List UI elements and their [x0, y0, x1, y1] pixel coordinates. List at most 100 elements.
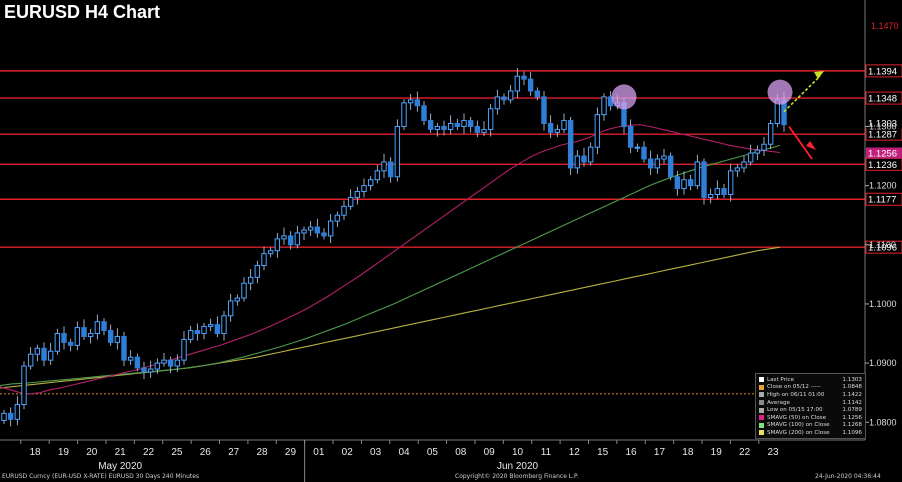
- legend-swatch: [759, 392, 764, 398]
- candle-body: [767, 123, 774, 145]
- candle-body: [281, 235, 287, 240]
- x-tick-label: 22: [739, 447, 751, 458]
- candle-body: [401, 102, 407, 127]
- candle-body: [201, 325, 207, 335]
- legend-row: Last Price 1.1303: [759, 376, 862, 384]
- candle-body: [414, 99, 421, 107]
- legend-swatch: [759, 407, 764, 413]
- arrow-up-head: [814, 71, 824, 79]
- candle-body: [481, 128, 487, 133]
- candle-body: [747, 152, 754, 163]
- candle-body: [361, 185, 367, 193]
- x-tick-label: 20: [86, 447, 98, 458]
- candle-body: [121, 335, 127, 361]
- candle-body: [407, 99, 414, 104]
- x-tick-label: 10: [512, 447, 524, 458]
- month-label: Jun 2020: [497, 461, 539, 472]
- candle-body: [527, 78, 534, 92]
- candle-body: [674, 176, 681, 190]
- candle-body: [694, 161, 701, 187]
- x-tick-label: 12: [569, 447, 581, 458]
- candle-body: [187, 330, 194, 340]
- legend-label: SMAVG (200) on Close: [767, 429, 830, 436]
- candle-body: [507, 90, 514, 101]
- candle-body: [181, 338, 187, 361]
- y-tick-label: 1.1300: [869, 121, 897, 131]
- candle-body: [21, 365, 27, 406]
- candle-body: [334, 214, 341, 222]
- highlight-circle: [611, 84, 637, 110]
- candle-body: [567, 120, 574, 169]
- candle-body: [661, 155, 667, 160]
- arrow-down-line: [788, 125, 813, 160]
- legend-label: SMAVG (100) on Close: [767, 422, 830, 429]
- legend-row: Close on 05/12 ----- 1.0848: [759, 384, 862, 392]
- candle-body: [487, 108, 494, 130]
- candle-body: [81, 327, 87, 337]
- candle-body: [101, 321, 107, 332]
- footer-timestamp: 24-Jun-2020 04:36:44: [815, 473, 881, 480]
- candle-body: [1, 412, 7, 421]
- x-tick-label: 19: [711, 447, 723, 458]
- candle-body: [301, 229, 307, 234]
- legend-swatch: [759, 430, 764, 436]
- y-top-label: 1.1470: [871, 21, 899, 31]
- candle-body: [754, 149, 761, 154]
- candle-body: [561, 120, 567, 130]
- candle-body: [67, 341, 74, 346]
- x-tick-label: 28: [257, 447, 269, 458]
- footer-source: EURUSD Curncy (EUR-USD X-RATE) EURUSD 30…: [2, 473, 200, 480]
- candle-body: [194, 330, 201, 335]
- legend-label: Low on 05/15 17:00: [767, 407, 823, 414]
- legend-value: 1.1256: [842, 414, 862, 421]
- candle-body: [667, 155, 674, 178]
- candle-body: [94, 321, 101, 335]
- candle-body: [147, 368, 154, 373]
- candle-body: [454, 123, 461, 127]
- legend-row: SMAVG (100) on Close 1.1268: [759, 422, 862, 430]
- candle-body: [47, 350, 54, 361]
- x-tick-label: 11: [541, 447, 552, 458]
- month-label: May 2020: [98, 461, 142, 472]
- legend-swatch: [759, 415, 764, 421]
- candle-body: [521, 75, 527, 80]
- level-label: 1.1236: [868, 160, 897, 171]
- x-tick-label: 04: [398, 447, 410, 458]
- candle-body: [41, 347, 47, 361]
- candle-body: [587, 146, 594, 163]
- y-tick-label: 1.0900: [869, 358, 897, 368]
- candle-body: [534, 90, 541, 98]
- legend-value: 1.0789: [842, 407, 862, 414]
- legend-swatch: [759, 400, 764, 406]
- candle-body: [647, 158, 654, 169]
- y-tick-label: 1.0800: [869, 417, 897, 427]
- x-tick-label: 01: [313, 447, 325, 458]
- candle-body: [161, 359, 167, 364]
- candle-body: [241, 282, 247, 299]
- legend-row: SMAVG (50) on Close 1.1256: [759, 414, 862, 422]
- chart-legend: Last Price 1.1303 Close on 05/12 ----- 1.08…: [755, 373, 866, 439]
- x-tick-label: 03: [370, 447, 382, 458]
- candle-body: [141, 367, 147, 373]
- x-tick-label: 17: [654, 447, 666, 458]
- legend-value: 1.1303: [842, 376, 862, 383]
- candle-body: [267, 250, 274, 255]
- level-label: 1.1177: [868, 195, 896, 206]
- candle-body: [167, 359, 174, 367]
- candle-body: [107, 330, 114, 343]
- x-tick-label: 26: [200, 447, 212, 458]
- candle-body: [741, 161, 747, 169]
- candle-body: [74, 327, 81, 346]
- candle-body: [174, 359, 181, 367]
- candle-body: [634, 146, 641, 149]
- candle-body: [261, 253, 267, 266]
- sma100-line: [0, 144, 781, 387]
- level-label: 1.1394: [868, 66, 897, 77]
- candle-body: [381, 161, 387, 172]
- legend-row: High on 06/11 01:00 1.1422: [759, 391, 862, 399]
- legend-swatch: [759, 377, 764, 383]
- x-tick-label: 19: [58, 447, 70, 458]
- candle-body: [127, 356, 134, 361]
- candle-body: [714, 188, 721, 196]
- legend-label: Last Price: [767, 376, 795, 383]
